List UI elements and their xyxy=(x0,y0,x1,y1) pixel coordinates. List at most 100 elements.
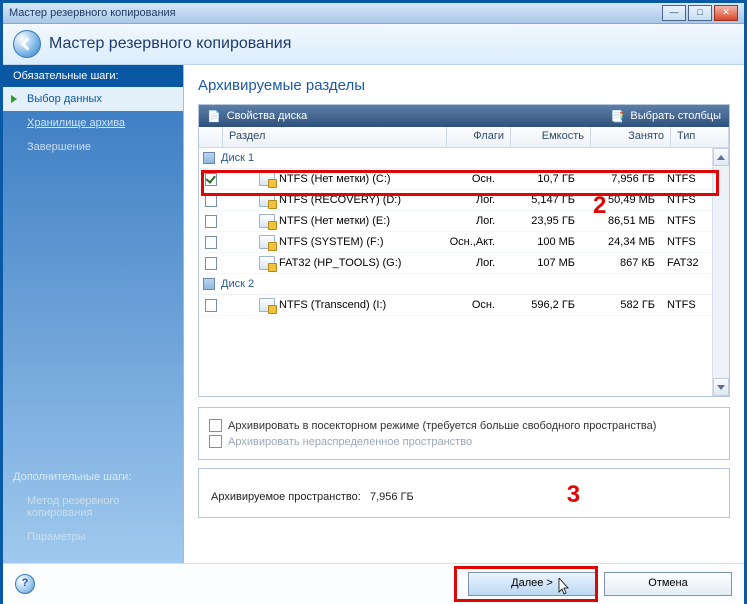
help-button[interactable]: ? xyxy=(15,574,35,594)
drive-icon xyxy=(259,235,275,249)
disk-label: Диск 1 xyxy=(221,152,254,164)
back-button[interactable] xyxy=(13,30,41,58)
cancel-button[interactable]: Отмена xyxy=(604,572,732,596)
cell-type: NTFS xyxy=(661,299,713,311)
scrollbar[interactable] xyxy=(712,148,729,396)
th-used[interactable]: Занято xyxy=(591,127,671,147)
cell-capacity: 107 МБ xyxy=(501,257,581,269)
drive-icon xyxy=(259,214,275,228)
cell-used: 50,49 МБ xyxy=(581,194,661,206)
table-row[interactable]: NTFS (SYSTEM) (F:)Осн.,Акт.100 МБ24,34 М… xyxy=(199,232,713,253)
table-row[interactable]: NTFS (RECOVERY) (D:) Лог.5,147 ГБ50,49 МБ… xyxy=(199,190,713,211)
partition-name: NTFS (Transcend) (I:) xyxy=(279,299,386,311)
th-partition[interactable]: Раздел xyxy=(223,127,447,147)
header: Мастер резервного копирования xyxy=(3,24,744,65)
drive-icon xyxy=(259,193,275,207)
maximize-button[interactable]: □ xyxy=(688,5,712,21)
th-checkbox[interactable] xyxy=(199,127,223,147)
disk-properties-icon: 📄 xyxy=(207,110,221,123)
drive-icon xyxy=(259,172,275,186)
scroll-down-button[interactable] xyxy=(713,378,729,396)
th-type[interactable]: Тип xyxy=(671,127,729,147)
cell-capacity: 100 МБ xyxy=(501,236,581,248)
sidebar-item-params: Параметры xyxy=(3,525,183,549)
row-checkbox[interactable] xyxy=(205,215,217,228)
scroll-up-button[interactable] xyxy=(713,148,729,166)
table-header: Раздел Флаги Емкость Занято Тип xyxy=(199,127,729,148)
cell-capacity: 10,7 ГБ xyxy=(501,173,581,185)
cell-used: 86,51 МБ xyxy=(581,215,661,227)
partition-name: NTFS (Нет метки) (C:) xyxy=(279,173,391,185)
panel-toolbar: 📄 Свойства диска 📑 Выбрать столбцы xyxy=(199,105,729,127)
choose-columns-label: Выбрать столбцы xyxy=(630,110,721,122)
partition-name: NTFS (RECOVERY) (D:) xyxy=(279,194,401,206)
partitions-panel: 📄 Свойства диска 📑 Выбрать столбцы Разде… xyxy=(198,104,730,397)
row-checkbox[interactable] xyxy=(205,194,217,207)
window-controls: — □ ✕ xyxy=(662,5,738,21)
cell-used: 582 ГБ xyxy=(581,299,661,311)
arrow-down-icon xyxy=(717,385,725,390)
annotation-number-3: 3 xyxy=(567,481,580,508)
cell-type: NTFS xyxy=(661,215,713,227)
option-unallocated: Архивировать нераспределенное пространст… xyxy=(209,435,719,448)
partition-name: NTFS (Нет метки) (E:) xyxy=(279,215,390,227)
table-row[interactable]: NTFS (Transcend) (I:) Осн.596,2 ГБ582 ГБN… xyxy=(199,295,713,316)
summary-label: Архивируемое пространство: xyxy=(211,491,361,503)
table-row[interactable]: NTFS (Нет метки) (C:)Осн.10,7 ГБ7,956 ГБ… xyxy=(199,169,713,190)
cell-type: FAT32 xyxy=(661,257,713,269)
cell-flags: Лог. xyxy=(437,215,501,227)
th-flags[interactable]: Флаги xyxy=(447,127,511,147)
table-row[interactable]: NTFS (Нет метки) (E:) Лог.23,95 ГБ86,51 М… xyxy=(199,211,713,232)
summary-panel: Архивируемое пространство: 7,956 ГБ 3 xyxy=(198,468,730,518)
sidebar-item-archive-storage[interactable]: Хранилище архива xyxy=(3,111,183,135)
drive-icon xyxy=(259,298,275,312)
option-sector-mode[interactable]: Архивировать в посекторном режиме (требу… xyxy=(209,419,719,432)
titlebar[interactable]: Мастер резервного копирования — □ ✕ xyxy=(3,3,744,24)
row-checkbox[interactable] xyxy=(205,257,217,270)
sidebar-item-finish: Завершение xyxy=(3,135,183,159)
row-checkbox[interactable] xyxy=(205,236,217,249)
row-checkbox[interactable] xyxy=(205,173,217,186)
sidebar-optional-header: Дополнительные шаги: xyxy=(3,465,183,489)
collapse-icon[interactable] xyxy=(203,278,215,290)
arrow-up-icon xyxy=(717,155,725,160)
option-sector-mode-label: Архивировать в посекторном режиме (требу… xyxy=(228,420,656,432)
minimize-button[interactable]: — xyxy=(662,5,686,21)
cell-type: NTFS xyxy=(661,173,713,185)
checkbox-sector-mode[interactable] xyxy=(209,419,222,432)
option-unallocated-label: Архивировать нераспределенное пространст… xyxy=(228,436,472,448)
main-content: Архивируемые разделы 📄 Свойства диска 📑 … xyxy=(184,65,744,563)
sidebar: Обязательные шаги: Выбор данных Хранилищ… xyxy=(3,65,184,563)
disk-label: Диск 2 xyxy=(221,278,254,290)
cell-capacity: 5,147 ГБ xyxy=(501,194,581,206)
choose-columns-button[interactable]: 📑 Выбрать столбцы xyxy=(611,110,721,123)
cell-type: NTFS xyxy=(661,236,713,248)
drive-icon xyxy=(259,256,275,270)
cell-capacity: 596,2 ГБ xyxy=(501,299,581,311)
summary-value: 7,956 ГБ xyxy=(370,491,414,503)
cell-used: 7,956 ГБ xyxy=(581,173,661,185)
sidebar-item-select-data[interactable]: Выбор данных xyxy=(3,87,183,111)
table-row[interactable]: FAT32 (HP_TOOLS) (G:)Лог.107 МБ867 КБFAT… xyxy=(199,253,713,274)
cell-used: 24,34 МБ xyxy=(581,236,661,248)
collapse-icon[interactable] xyxy=(203,152,215,164)
close-button[interactable]: ✕ xyxy=(714,5,738,21)
cell-flags: Осн. xyxy=(437,299,501,311)
cell-flags: Лог. xyxy=(437,257,501,269)
cell-used: 867 КБ xyxy=(581,257,661,269)
row-checkbox[interactable] xyxy=(205,299,217,312)
wizard-window: Мастер резервного копирования — □ ✕ Маст… xyxy=(0,0,747,604)
cell-capacity: 23,95 ГБ xyxy=(501,215,581,227)
disk-properties-label[interactable]: Свойства диска xyxy=(227,110,308,122)
next-button[interactable]: Далее > xyxy=(468,572,596,596)
disk-group[interactable]: Диск 1 xyxy=(199,148,713,169)
checkbox-unallocated xyxy=(209,435,222,448)
th-capacity[interactable]: Емкость xyxy=(511,127,591,147)
page-title: Архивируемые разделы xyxy=(198,77,730,94)
cell-flags: Лог. xyxy=(437,194,501,206)
wizard-title: Мастер резервного копирования xyxy=(49,35,291,53)
window-title: Мастер резервного копирования xyxy=(9,7,662,19)
disk-group[interactable]: Диск 2 xyxy=(199,274,713,295)
cell-type: NTFS xyxy=(661,194,713,206)
table-body-wrap: Диск 1NTFS (Нет метки) (C:)Осн.10,7 ГБ7,… xyxy=(199,148,729,396)
